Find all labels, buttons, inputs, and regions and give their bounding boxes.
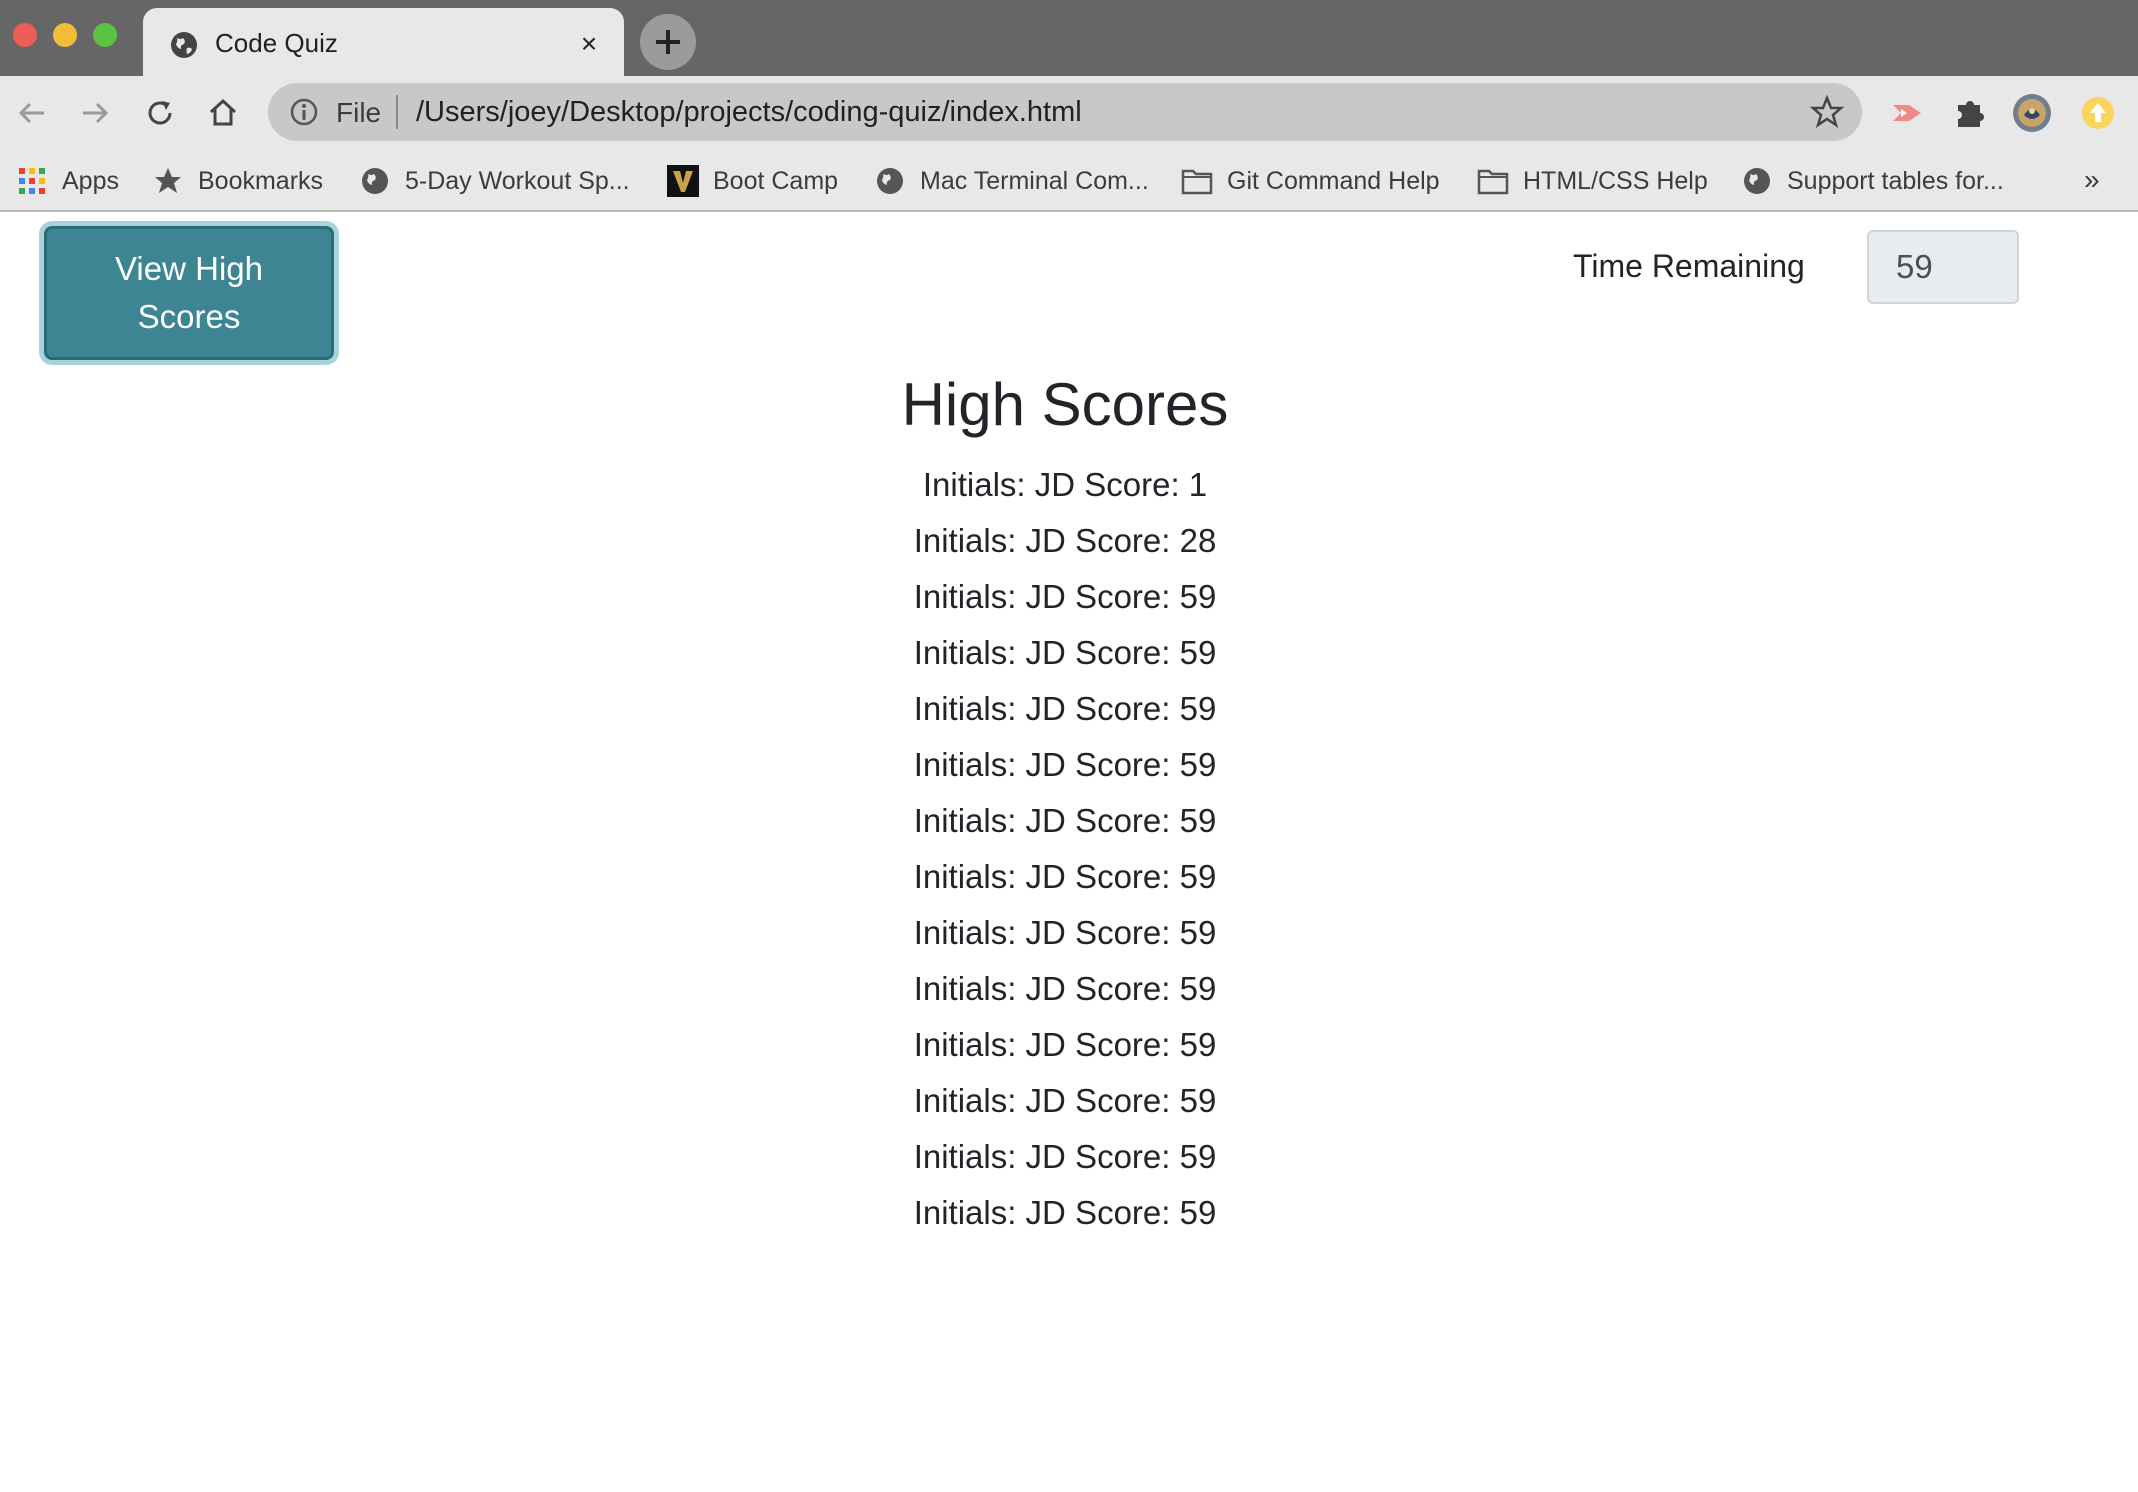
forward-button[interactable] (76, 94, 114, 132)
folder-icon (1477, 165, 1509, 197)
zoom-window-button[interactable] (93, 23, 117, 47)
arrow-left-icon (18, 102, 44, 124)
profile-avatar[interactable] (2012, 93, 2052, 133)
bookmark-label: 5-Day Workout Sp... (405, 166, 630, 195)
extensions-puzzle-icon[interactable] (1950, 93, 1990, 133)
url-scheme-label: File (336, 97, 382, 128)
bookmark-support-tables[interactable]: Support tables for... (1741, 163, 2004, 199)
bookmark-bookmarks[interactable]: Bookmarks (152, 163, 323, 199)
bookmarks-bar: Apps Bookmarks 5-Day Workout Sp... Boot … (0, 150, 2138, 212)
bookmark-workout[interactable]: 5-Day Workout Sp... (359, 163, 630, 199)
star-icon (152, 165, 184, 197)
info-icon[interactable] (288, 96, 320, 128)
more-bookmarks-button[interactable]: » (2084, 164, 2100, 196)
bookmark-star-icon[interactable] (1810, 95, 1844, 129)
score-item: Initials: JD Score: 59 (913, 1138, 1217, 1175)
score-item: Initials: JD Score: 28 (913, 522, 1217, 559)
time-remaining-field: 59 (1867, 230, 2019, 304)
high-scores-title: High Scores (901, 371, 1229, 438)
url-text[interactable]: /Users/joey/Desktop/projects/coding-quiz… (416, 96, 1082, 129)
home-button[interactable] (204, 94, 242, 132)
globe-icon (359, 165, 391, 197)
score-item: Initials: JD Score: 59 (913, 802, 1217, 839)
score-item: Initials: JD Score: 59 (913, 746, 1217, 783)
reload-button[interactable] (141, 94, 179, 132)
globe-icon (1741, 165, 1773, 197)
close-window-button[interactable] (13, 23, 37, 47)
tab-code-quiz[interactable]: Code Quiz × (143, 8, 624, 76)
score-item: Initials: JD Score: 59 (913, 1026, 1217, 1063)
bookmark-label: Support tables for... (1787, 166, 2004, 195)
plus-icon (656, 30, 680, 54)
bookmark-label: HTML/CSS Help (1523, 166, 1708, 195)
close-tab-icon[interactable]: × (576, 30, 602, 58)
minimize-window-button[interactable] (53, 23, 77, 47)
folder-icon (1181, 165, 1213, 197)
globe-icon (171, 32, 197, 58)
back-button[interactable] (13, 94, 51, 132)
bookmark-label: Git Command Help (1227, 166, 1440, 195)
bookmark-label: Mac Terminal Com... (920, 166, 1149, 195)
bookmark-label: Boot Camp (713, 166, 839, 195)
bookmark-boot-camp[interactable]: Boot Camp (667, 163, 838, 199)
apps-grid-icon (16, 165, 48, 197)
bookmark-label: Bookmarks (198, 166, 324, 195)
bookmark-html-css-help[interactable]: HTML/CSS Help (1477, 163, 1708, 199)
score-item: Initials: JD Score: 59 (913, 1194, 1217, 1231)
page-content: View High Scores Time Remaining 59 High … (0, 214, 2138, 1492)
home-icon (209, 98, 237, 126)
browser-tab-strip: Code Quiz × (0, 0, 2138, 76)
score-item: Initials: JD Score: 59 (913, 690, 1217, 727)
bookmark-git-help[interactable]: Git Command Help (1181, 163, 1440, 199)
globe-icon (874, 165, 906, 197)
reload-icon (148, 101, 172, 125)
new-tab-button[interactable] (640, 14, 696, 70)
score-item: Initials: JD Score: 59 (913, 1082, 1217, 1119)
url-separator (396, 95, 398, 129)
browser-toolbar: File /Users/joey/Desktop/projects/coding… (0, 76, 2138, 150)
vanderbilt-v-icon (667, 165, 699, 197)
score-item: Initials: JD Score: 59 (913, 578, 1217, 615)
score-item: Initials: JD Score: 59 (913, 858, 1217, 895)
view-high-scores-button[interactable]: View High Scores (44, 226, 334, 360)
high-scores-list: Initials: JD Score: 1 Initials: JD Score… (0, 465, 2130, 1249)
bookmark-label: Apps (62, 166, 119, 195)
tab-title: Code Quiz (215, 28, 338, 58)
address-bar[interactable]: File /Users/joey/Desktop/projects/coding… (268, 83, 1862, 141)
cast-extension-icon[interactable] (1887, 93, 1927, 133)
score-item: Initials: JD Score: 59 (913, 970, 1217, 1007)
bookmark-apps[interactable]: Apps (16, 163, 119, 199)
time-remaining-label: Time Remaining (1573, 248, 1805, 284)
score-item: Initials: JD Score: 1 (922, 466, 1208, 503)
arrow-right-icon (83, 102, 109, 124)
score-item: Initials: JD Score: 59 (913, 914, 1217, 951)
score-item: Initials: JD Score: 59 (913, 634, 1217, 671)
bookmark-mac-terminal[interactable]: Mac Terminal Com... (874, 163, 1149, 199)
update-available-icon[interactable] (2078, 93, 2118, 133)
